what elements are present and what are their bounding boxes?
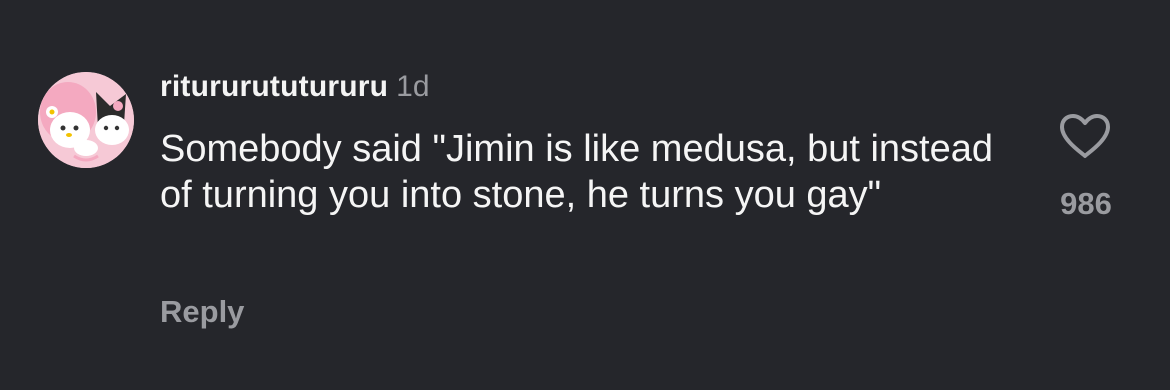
timestamp: 1d bbox=[396, 70, 430, 103]
username[interactable]: ritururututururu bbox=[160, 70, 388, 103]
like-button[interactable] bbox=[1058, 112, 1112, 160]
like-count: 986 bbox=[1060, 186, 1112, 221]
comment-header: ritururututururu 1d bbox=[160, 70, 430, 110]
comment-text: Somebody said "Jimin is like medusa, but… bbox=[160, 128, 994, 216]
comment-item: ritururututururu 1d Somebody said "Jimin … bbox=[0, 0, 1170, 390]
reply-button[interactable]: Reply bbox=[160, 294, 244, 330]
avatar[interactable] bbox=[38, 72, 134, 168]
avatar-image bbox=[38, 72, 134, 168]
heart-outline-icon bbox=[1060, 114, 1110, 158]
